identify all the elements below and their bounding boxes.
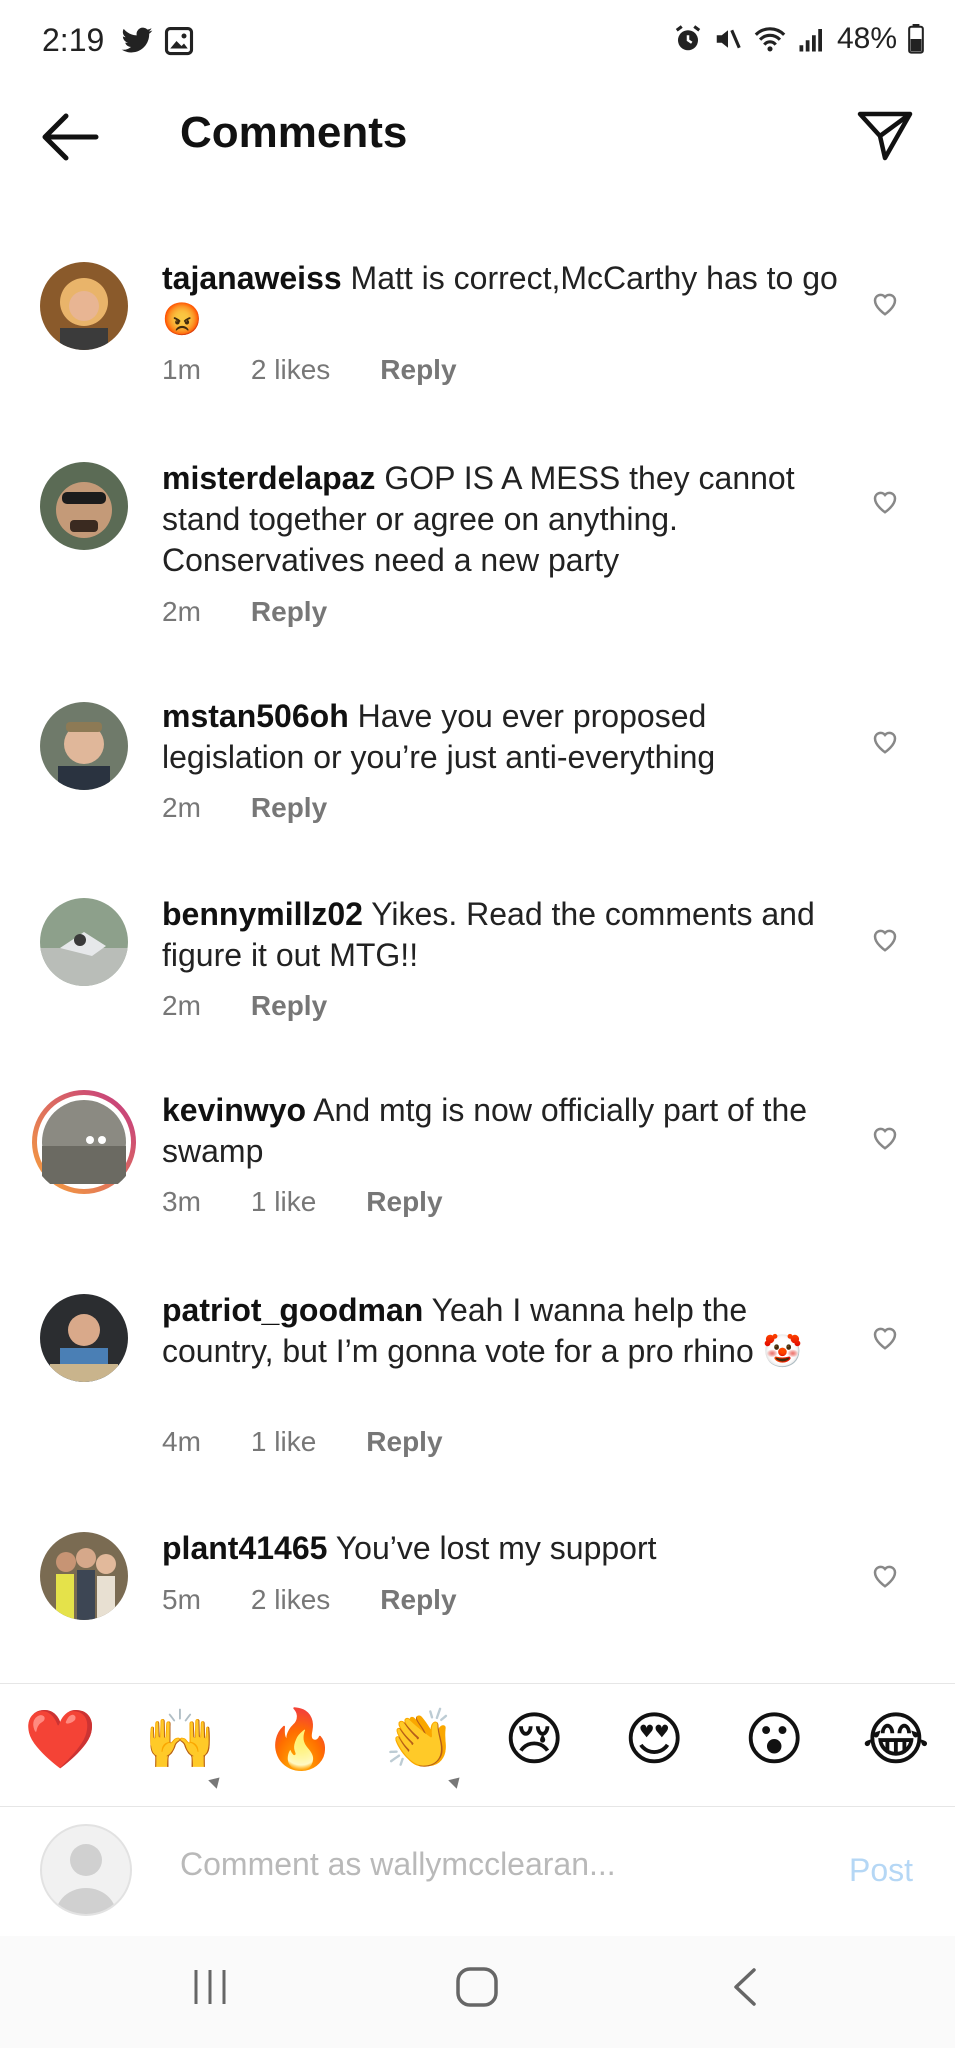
comment-username[interactable]: misterdelapaz bbox=[162, 460, 375, 496]
heart-icon[interactable] bbox=[870, 924, 900, 954]
comment-username[interactable]: patriot_goodman bbox=[162, 1292, 423, 1328]
post-button[interactable]: Post bbox=[849, 1852, 913, 1889]
avatar-story-ring[interactable] bbox=[30, 1088, 138, 1196]
reply-button[interactable]: Reply bbox=[251, 596, 327, 628]
reply-button[interactable]: Reply bbox=[251, 792, 327, 824]
system-back-icon[interactable] bbox=[728, 1966, 764, 2008]
avatar[interactable] bbox=[40, 462, 128, 550]
reply-button[interactable]: Reply bbox=[380, 1584, 456, 1616]
comment-time: 5m bbox=[162, 1584, 201, 1615]
comment-username[interactable]: tajanaweiss bbox=[162, 260, 342, 296]
heart-icon[interactable] bbox=[870, 486, 900, 516]
page-title: Comments bbox=[180, 108, 408, 157]
avatar[interactable] bbox=[40, 262, 128, 350]
comment-time: 4m bbox=[162, 1426, 201, 1457]
home-icon[interactable] bbox=[454, 1966, 500, 2008]
heart-icon[interactable] bbox=[870, 1122, 900, 1152]
emoji-clapping-hands[interactable]: 👏 bbox=[384, 1704, 456, 1774]
top-app-bar: Comments bbox=[0, 84, 955, 188]
reply-button[interactable]: Reply bbox=[380, 354, 456, 386]
avatar[interactable] bbox=[40, 1294, 128, 1382]
emoji-heart-eyes[interactable]: 😍 bbox=[624, 1704, 684, 1774]
comment-likes[interactable]: 2 likes bbox=[251, 354, 330, 386]
comment-time: 2m bbox=[162, 990, 201, 1021]
emoji-raising-hands[interactable]: 🙌 bbox=[144, 1704, 216, 1774]
comment-username[interactable]: bennymillz02 bbox=[162, 896, 363, 932]
back-arrow-icon[interactable] bbox=[40, 110, 100, 164]
reply-button[interactable]: Reply bbox=[251, 990, 327, 1022]
comment-username[interactable]: mstan506oh bbox=[162, 698, 349, 734]
gallery-icon bbox=[164, 26, 194, 56]
reply-button[interactable]: Reply bbox=[366, 1426, 442, 1458]
avatar[interactable] bbox=[40, 898, 128, 986]
comment-username[interactable]: plant41465 bbox=[162, 1530, 327, 1566]
recent-apps-icon[interactable] bbox=[188, 1966, 232, 2008]
comment-input[interactable] bbox=[180, 1846, 660, 1883]
heart-icon[interactable] bbox=[870, 726, 900, 756]
emoji-fire[interactable]: 🔥 bbox=[264, 1704, 336, 1774]
comment-time: 1m bbox=[162, 354, 201, 385]
skin-tone-indicator bbox=[448, 1773, 464, 1789]
send-icon[interactable] bbox=[855, 106, 915, 166]
comment-likes[interactable]: 1 like bbox=[251, 1426, 316, 1458]
heart-icon[interactable] bbox=[870, 1322, 900, 1352]
skin-tone-indicator bbox=[208, 1773, 224, 1789]
reply-button[interactable]: Reply bbox=[366, 1186, 442, 1218]
alarm-icon bbox=[675, 25, 701, 51]
heart-icon[interactable] bbox=[870, 1560, 900, 1590]
emoji-surprised-face[interactable]: 😮 bbox=[744, 1704, 804, 1774]
comment-username[interactable]: kevinwyo bbox=[162, 1092, 306, 1128]
emoji-quick-bar: ❤️ 🙌 🔥 👏 😢 😍 😮 😂 bbox=[0, 1683, 955, 1807]
status-bar: 2:19 48% bbox=[0, 0, 955, 84]
emoji-tears-of-joy[interactable]: 😂 bbox=[862, 1704, 930, 1774]
comment-likes[interactable]: 2 likes bbox=[251, 1584, 330, 1616]
heart-icon[interactable] bbox=[870, 288, 900, 318]
current-user-avatar bbox=[40, 1824, 132, 1916]
system-nav-bar bbox=[0, 1936, 955, 2048]
comment-time: 3m bbox=[162, 1186, 201, 1217]
battery-icon bbox=[908, 24, 924, 54]
signal-icon bbox=[799, 29, 822, 52]
comment-composer: Post bbox=[0, 1806, 955, 1936]
emoji-red-heart[interactable]: ❤️ bbox=[24, 1704, 96, 1774]
mute-icon bbox=[716, 29, 741, 49]
avatar[interactable] bbox=[40, 1532, 128, 1620]
status-time: 2:19 bbox=[42, 22, 105, 58]
comment-likes[interactable]: 1 like bbox=[251, 1186, 316, 1218]
wifi-icon bbox=[754, 27, 786, 52]
twitter-icon bbox=[121, 27, 153, 53]
emoji-crying-face[interactable]: 😢 bbox=[504, 1704, 564, 1774]
avatar[interactable] bbox=[40, 702, 128, 790]
comment-text: You’ve lost my support bbox=[335, 1530, 657, 1566]
comment-time: 2m bbox=[162, 596, 201, 627]
battery-percent: 48% bbox=[836, 22, 897, 55]
comment-time: 2m bbox=[162, 792, 201, 823]
